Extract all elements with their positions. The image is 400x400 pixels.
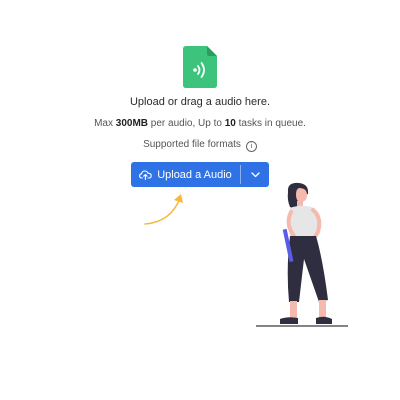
upload-title: Upload or drag a audio here. [129,96,271,108]
size-limit: 300MB [115,118,149,129]
upload-audio-label: Upload a Audio [157,168,232,181]
hint-arrow-illustration [144,194,183,225]
supported-formats-label: Supported file formats [143,139,241,150]
task-limit: 10 [224,118,236,129]
chevron-down-icon [250,171,260,177]
cloud-upload-icon [139,170,152,180]
upload-limits: Max 300MB per audio, Up to 10 tasks in q… [94,118,306,129]
info-icon[interactable]: i [245,141,257,152]
upload-button-group: Upload a Audio [131,162,269,187]
supported-formats: Supported file formats i [0,139,400,152]
audio-file-icon [183,46,217,88]
person-illustration [256,182,348,327]
upload-audio-button[interactable]: Upload a Audio [131,162,240,187]
